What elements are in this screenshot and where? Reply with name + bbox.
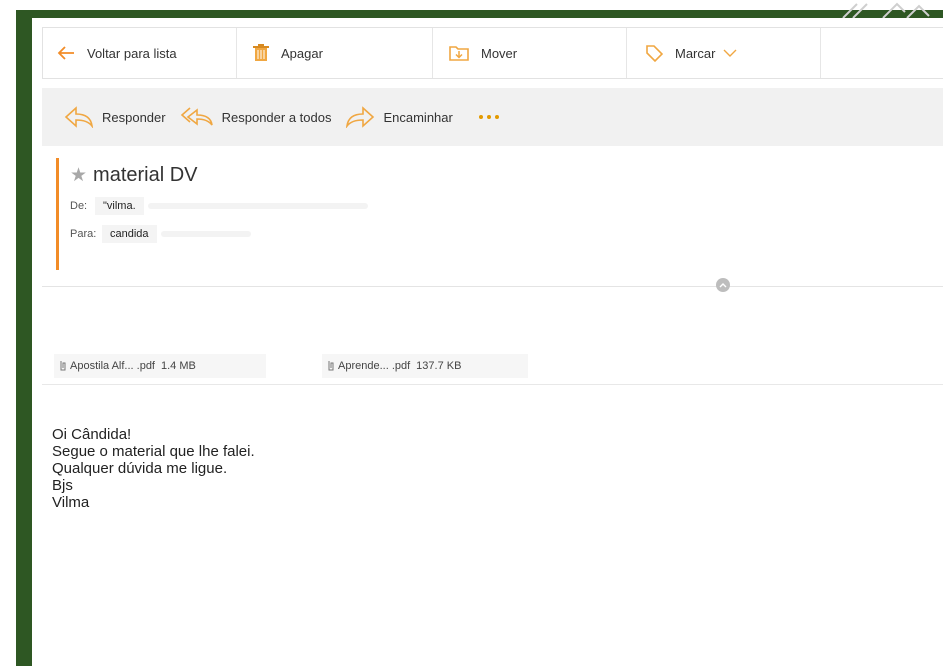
from-label: De: [70,200,88,212]
redacted-address [147,203,368,209]
attachment-name: Apostila Alf... .pdf [70,360,155,372]
paperclip-icon [328,360,334,372]
redacted-address [160,231,251,237]
trash-icon [253,44,269,62]
from-chip[interactable]: "vilma. [95,197,144,215]
collapse-header-icon[interactable] [716,278,730,292]
subject-line: ★ material DV [70,164,936,187]
frame-top-border [16,10,943,18]
move-button[interactable]: Mover [433,28,627,78]
chevron-down-icon [723,49,737,57]
forward-label: Encaminhar [383,109,453,125]
frame-left-border [16,10,32,666]
arrow-left-icon [57,45,75,61]
body-line: Bjs [52,477,73,494]
header-divider [42,286,943,287]
reply-button[interactable]: Responder [64,106,166,128]
dot [494,115,499,119]
back-to-list-label: Voltar para lista [87,45,177,61]
attachment-item[interactable]: Apostila Alf... .pdf 1.4 MB [54,354,266,378]
forward-button[interactable]: Encaminhar [345,106,453,128]
more-options-icon[interactable] [478,115,499,119]
message-header: ★ material DV De: "vilma. Para: candida [56,158,936,270]
move-folder-icon [449,45,469,61]
toolbar: Voltar para lista Apagar Mover Marcar [42,27,943,79]
attachment-name: Aprende... .pdf [338,360,411,372]
paperclip-icon [60,360,66,372]
dot [478,115,483,119]
mark-dropdown[interactable]: Marcar [627,28,821,78]
back-to-list-button[interactable]: Voltar para lista [43,28,237,78]
star-icon[interactable]: ★ [70,164,87,187]
email-view: Voltar para lista Apagar Mover Marcar Re… [32,18,943,666]
reply-icon [64,106,94,128]
body-line: Segue o material que lhe falei. [52,443,255,460]
body-line: Vilma [52,494,90,511]
attachment-item[interactable]: Aprende... .pdf 137.7 KB [322,354,528,378]
attachment-size: 1.4 MB [161,360,196,372]
message-action-bar: Responder Responder a todos Encaminhar [42,88,943,146]
body-line: Qualquer dúvida me ligue. [52,460,228,477]
mark-label: Marcar [675,45,716,61]
subject-text: material DV [93,164,198,186]
dot [486,115,491,119]
window-frame: Voltar para lista Apagar Mover Marcar Re… [0,0,943,666]
reply-all-button[interactable]: Responder a todos [180,106,332,128]
from-row: De: "vilma. [70,197,936,215]
reply-label: Responder [102,109,166,125]
to-chip[interactable]: candida [102,225,157,243]
forward-icon [346,106,375,128]
delete-label: Apagar [281,45,323,61]
to-label: Para: [70,228,97,240]
message-body: Oi Cândida! Segue o material que lhe fal… [52,426,255,511]
body-line: Oi Cândida! [52,426,132,443]
move-label: Mover [481,45,518,61]
delete-button[interactable]: Apagar [237,28,433,78]
decoration-icon [842,2,930,18]
attachment-size: 137.7 KB [416,360,462,372]
reply-all-label: Responder a todos [221,109,332,125]
attachments-divider [42,384,943,385]
tag-icon [645,44,663,62]
to-row: Para: candida [70,225,936,243]
reply-all-icon [180,107,213,126]
